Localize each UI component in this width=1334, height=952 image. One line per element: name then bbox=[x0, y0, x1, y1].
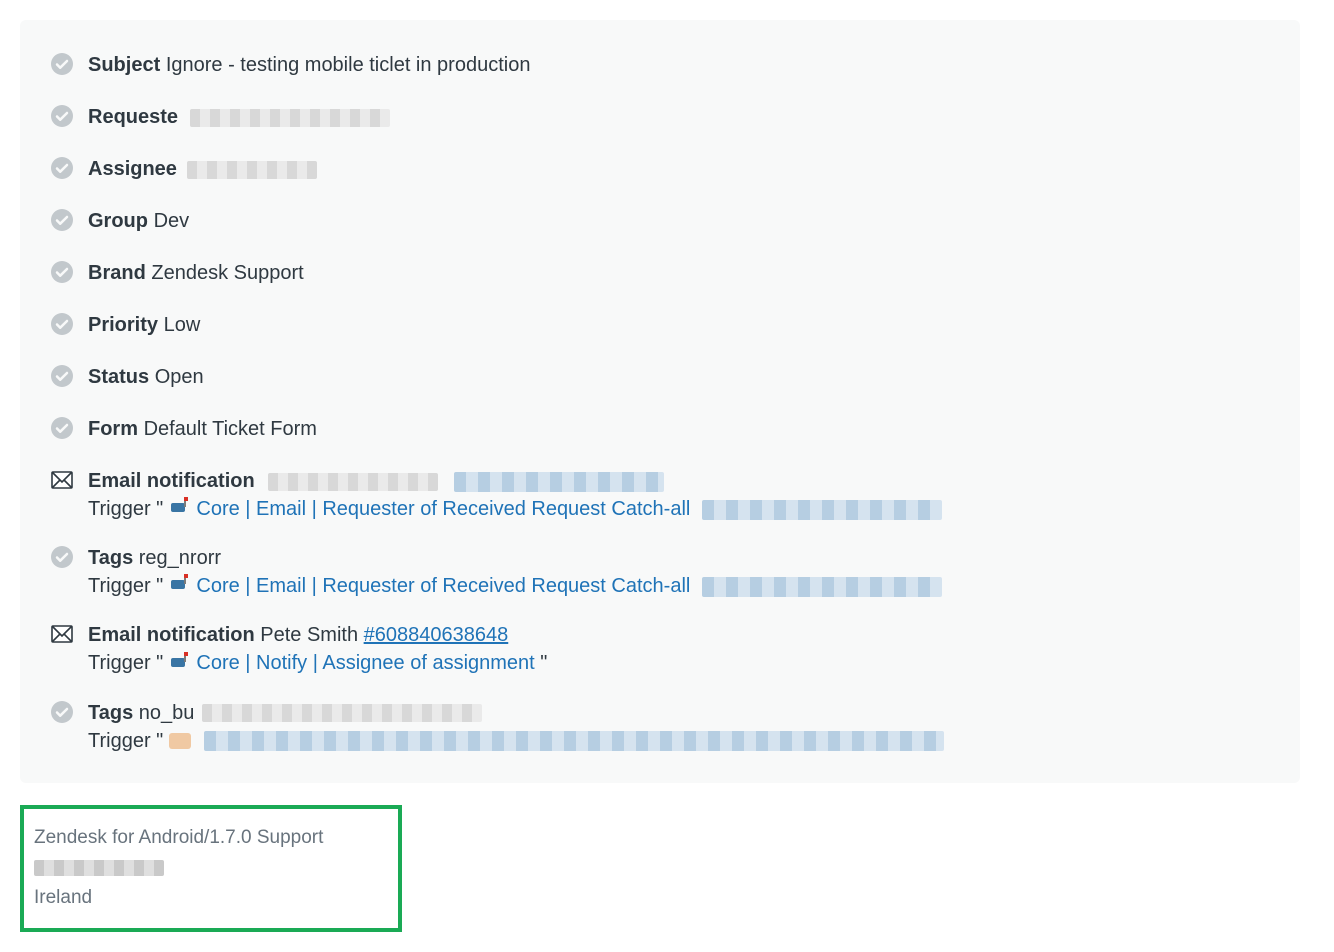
redacted-text bbox=[702, 500, 942, 520]
tags-label: Tags bbox=[88, 547, 133, 569]
trigger-prefix: Trigger " bbox=[88, 652, 163, 674]
redacted-text bbox=[190, 109, 390, 127]
priority-value: Low bbox=[164, 314, 201, 336]
event-email-notification: Email notification Trigger " Core | Emai… bbox=[50, 466, 1270, 521]
event-tags: Tags no_bu Trigger " bbox=[50, 698, 1270, 753]
check-circle-icon bbox=[50, 312, 74, 336]
trigger-link[interactable]: Core | Email | Requester of Received Req… bbox=[196, 575, 690, 597]
trigger-suffix: " bbox=[540, 652, 547, 674]
trigger-link[interactable]: Core | Notify | Assignee of assignment bbox=[196, 652, 534, 674]
check-circle-icon bbox=[50, 260, 74, 284]
trigger-prefix: Trigger " bbox=[88, 575, 163, 597]
check-circle-icon bbox=[50, 416, 74, 440]
trigger-prefix: Trigger " bbox=[88, 498, 163, 520]
event-assignee: Assignee bbox=[50, 154, 1270, 184]
notification-ref-link[interactable]: #608840638648 bbox=[364, 624, 509, 646]
brand-label: Brand bbox=[88, 262, 146, 284]
form-label: Form bbox=[88, 418, 138, 440]
trigger-link[interactable]: Core | Email | Requester of Received Req… bbox=[196, 498, 690, 520]
client-app-line: Zendesk for Android/1.7.0 Support bbox=[34, 823, 388, 853]
email-notification-recipient: Pete Smith bbox=[260, 624, 358, 646]
ticket-events-panel: Subject Ignore - testing mobile ticlet i… bbox=[20, 20, 1300, 783]
tags-value: no_bu bbox=[139, 702, 195, 724]
mail-bounce-icon bbox=[50, 622, 74, 646]
subject-label: Subject bbox=[88, 54, 160, 76]
check-circle-icon bbox=[50, 545, 74, 569]
trigger-prefix: Trigger " bbox=[88, 730, 163, 752]
event-status: Status Open bbox=[50, 362, 1270, 392]
tags-value: reg_nrorr bbox=[139, 547, 221, 569]
event-priority: Priority Low bbox=[50, 310, 1270, 340]
redacted-text bbox=[204, 731, 944, 751]
mail-bounce-icon bbox=[50, 468, 74, 492]
mailbox-icon bbox=[169, 573, 189, 596]
group-label: Group bbox=[88, 210, 148, 232]
brand-value: Zendesk Support bbox=[151, 262, 303, 284]
form-value: Default Ticket Form bbox=[144, 418, 317, 440]
check-circle-icon bbox=[50, 700, 74, 724]
status-label: Status bbox=[88, 366, 149, 388]
event-email-notification: Email notification Pete Smith #608840638… bbox=[50, 620, 1270, 675]
email-notification-label: Email notification bbox=[88, 470, 255, 492]
status-value: Open bbox=[155, 366, 204, 388]
event-group: Group Dev bbox=[50, 206, 1270, 236]
redacted-text bbox=[187, 161, 317, 179]
event-tags: Tags reg_nrorr Trigger " Core | Email | … bbox=[50, 543, 1270, 598]
event-form: Form Default Ticket Form bbox=[50, 414, 1270, 444]
check-circle-icon bbox=[50, 208, 74, 232]
mailbox-icon bbox=[169, 651, 189, 674]
redacted-text bbox=[34, 860, 164, 876]
priority-label: Priority bbox=[88, 314, 158, 336]
assignee-label: Assignee bbox=[88, 158, 177, 180]
mailbox-icon bbox=[169, 496, 189, 519]
check-circle-icon bbox=[50, 156, 74, 180]
tags-label: Tags bbox=[88, 702, 133, 724]
redacted-text bbox=[202, 704, 482, 722]
client-info-box: Zendesk for Android/1.7.0 Support Irelan… bbox=[20, 805, 402, 932]
redacted-text bbox=[702, 577, 942, 597]
group-value: Dev bbox=[154, 210, 190, 232]
email-notification-label: Email notification bbox=[88, 624, 255, 646]
check-circle-icon bbox=[50, 104, 74, 128]
handshake-icon bbox=[169, 733, 191, 749]
client-location-line: Ireland bbox=[34, 883, 388, 913]
requester-label: Requeste bbox=[88, 106, 178, 128]
redacted-text bbox=[454, 472, 664, 492]
redacted-text bbox=[268, 473, 438, 491]
subject-value: Ignore - testing mobile ticlet in produc… bbox=[166, 54, 531, 76]
check-circle-icon bbox=[50, 364, 74, 388]
event-subject: Subject Ignore - testing mobile ticlet i… bbox=[50, 50, 1270, 80]
check-circle-icon bbox=[50, 52, 74, 76]
event-requester: Requeste bbox=[50, 102, 1270, 132]
event-brand: Brand Zendesk Support bbox=[50, 258, 1270, 288]
